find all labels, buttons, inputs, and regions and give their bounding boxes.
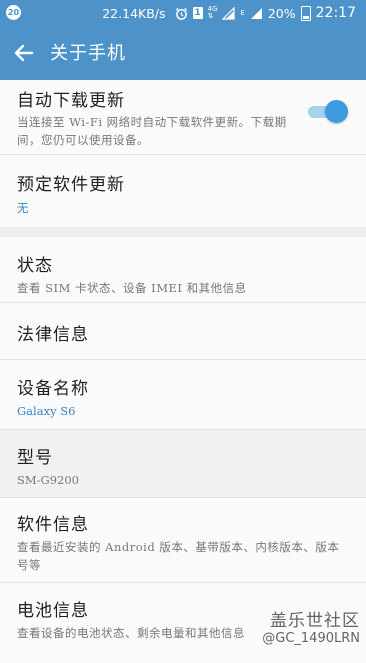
data-arrows-icon: ⇅ xyxy=(207,12,214,20)
app-bar: 关于手机 xyxy=(0,26,366,80)
battery-icon xyxy=(300,5,311,21)
auto-update-subtitle: 当连接至 Wi-Fi 网络时自动下载软件更新。下载期间，您仍可以使用设备。 xyxy=(17,115,287,147)
signal-icon-2 xyxy=(250,7,262,19)
scheduled-update-value: 无 xyxy=(17,201,29,215)
sim-icon: 1 xyxy=(192,7,203,19)
update-card: 自动下载更新 当连接至 Wi-Fi 网络时自动下载软件更新。下载期间，您仍可以使… xyxy=(0,80,366,227)
status-bar: 20 22.14KB/s 1 4G ⇅ E 20% 22:17 xyxy=(0,0,366,26)
software-info-title: 软件信息 xyxy=(17,515,89,535)
setting-device-name[interactable]: 设备名称 Galaxy S6 xyxy=(0,360,366,430)
software-info-subtitle: 查看最近安装的 Android 版本、基带版本、内核版本、版本号等 xyxy=(17,540,340,572)
status-title: 状态 xyxy=(17,256,53,276)
notification-count-badge: 20 xyxy=(6,5,21,20)
net-speed: 22.14KB/s xyxy=(102,5,166,21)
signal-icon xyxy=(222,6,236,20)
legal-title: 法律信息 xyxy=(17,325,89,345)
toggle-thumb xyxy=(325,100,348,123)
watermark-brand: 盖乐世社区 xyxy=(270,611,360,631)
alarm-icon xyxy=(175,7,187,20)
page-title: 关于手机 xyxy=(50,43,126,64)
settings-list: 自动下载更新 当连接至 Wi-Fi 网络时自动下载软件更新。下载期间，您仍可以使… xyxy=(0,80,366,663)
setting-scheduled-update[interactable]: 预定软件更新 无 xyxy=(0,155,366,227)
setting-status[interactable]: 状态 查看 SIM 卡状态、设备 IMEI 和其他信息 xyxy=(0,237,366,303)
model-title: 型号 xyxy=(17,448,53,468)
section-divider xyxy=(0,227,366,237)
network-type-icon: 4G ⇅ xyxy=(208,6,218,20)
device-name-value: Galaxy S6 xyxy=(17,404,76,418)
auto-update-toggle[interactable] xyxy=(308,100,348,124)
edge-icon: E xyxy=(240,8,245,17)
watermark-handle: @GC_1490LRN xyxy=(262,631,360,646)
auto-update-title: 自动下载更新 xyxy=(17,91,125,111)
status-indicators: 22.14KB/s 1 4G ⇅ E 20% 22:17 xyxy=(102,5,356,21)
setting-software-info[interactable]: 软件信息 查看最近安装的 Android 版本、基带版本、内核版本、版本号等 xyxy=(0,498,366,583)
setting-auto-update[interactable]: 自动下载更新 当连接至 Wi-Fi 网络时自动下载软件更新。下载期间，您仍可以使… xyxy=(0,80,366,155)
setting-legal[interactable]: 法律信息 xyxy=(0,303,366,360)
setting-model[interactable]: 型号 SM-G9200 xyxy=(0,430,366,498)
info-card: 状态 查看 SIM 卡状态、设备 IMEI 和其他信息 法律信息 设备名称 Ga… xyxy=(0,237,366,663)
clock: 22:17 xyxy=(315,5,356,21)
battery-percent: 20% xyxy=(267,5,296,21)
model-value: SM-G9200 xyxy=(17,473,79,487)
device-name-title: 设备名称 xyxy=(17,379,89,399)
scheduled-update-title: 预定软件更新 xyxy=(17,175,125,195)
status-subtitle: 查看 SIM 卡状态、设备 IMEI 和其他信息 xyxy=(17,281,247,295)
community-watermark: 盖乐世社区 @GC_1490LRN xyxy=(262,606,360,646)
back-arrow-icon[interactable] xyxy=(12,41,36,65)
